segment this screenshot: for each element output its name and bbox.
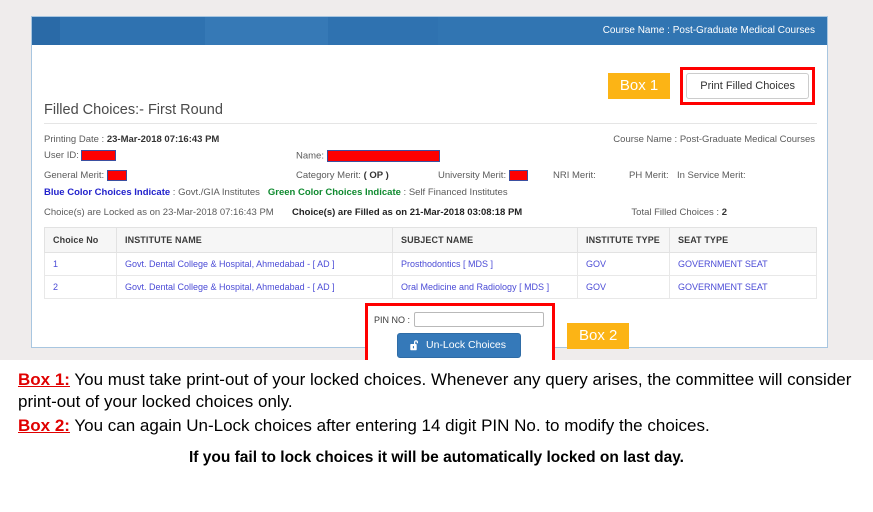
table-row: 2 Govt. Dental College & Hospital, Ahmed…: [44, 275, 817, 299]
cell-choice-no: 1: [44, 252, 117, 276]
navbar-segment-3[interactable]: [205, 17, 328, 45]
course-name-value: Post-Graduate Medical Courses: [679, 134, 815, 145]
ph-merit-line: PH Merit:: [629, 170, 669, 181]
nri-merit-line: NRI Merit:: [553, 170, 596, 181]
table-row: 1 Govt. Dental College & Hospital, Ahmed…: [44, 252, 817, 276]
general-merit-line: General Merit:: [44, 170, 127, 181]
pin-unlock-area: PIN NO : Un-Lock Choices Box 2: [365, 303, 630, 368]
total-filled-label: Total Filled Choices :: [631, 207, 720, 218]
box2-reference: Box 2:: [18, 415, 70, 435]
name-line: Name:: [296, 150, 440, 162]
header-institute-name: INSTITUTE NAME: [116, 227, 393, 253]
name-label: Name:: [296, 150, 324, 162]
course-name-line: Course Name : Post-Graduate Medical Cour…: [613, 134, 815, 145]
university-merit-redaction: [508, 170, 528, 181]
user-id-label: User ID:: [44, 150, 79, 162]
print-row: Box 1 Print Filled Choices: [607, 67, 815, 105]
print-filled-choices-button[interactable]: Print Filled Choices: [686, 73, 809, 99]
course-name-label: Course Name :: [613, 134, 678, 145]
header-institute-type: INSTITUTE TYPE: [577, 227, 670, 253]
unlock-choices-label: Un-Lock Choices: [426, 339, 506, 351]
page-title: Filled Choices:- First Round: [44, 102, 223, 118]
unlock-row: Un-Lock Choices: [374, 333, 544, 358]
print-filled-choices-highlight: Print Filled Choices: [680, 67, 815, 105]
navbar-segment-2[interactable]: [60, 17, 205, 45]
legend-blue-label: Blue Color Choices Indicate: [44, 187, 171, 198]
printing-date-label: Printing Date :: [44, 134, 105, 145]
legend-green-label: Green Color Choices Indicate: [267, 187, 401, 198]
name-redaction: [326, 150, 440, 162]
legend-blue-value: Govt./GIA Institutes: [178, 187, 260, 198]
choices-filled-status: Choice(s) are Filled as on 21-Mar-2018 0…: [292, 207, 523, 218]
navbar-segment-4[interactable]: [328, 17, 438, 45]
cell-subject-name: Oral Medicine and Radiology [ MDS ]: [392, 275, 578, 299]
total-filled-choices: Total Filled Choices : 2: [631, 207, 727, 218]
general-merit-label: General Merit:: [44, 170, 105, 182]
legend-green-separator: :: [400, 187, 409, 198]
cell-institute-name: Govt. Dental College & Hospital, Ahmedab…: [116, 252, 393, 276]
cell-institute-type: GOV: [577, 252, 670, 276]
legend-green-value: Self Financed Institutes: [408, 187, 508, 198]
filled-choices-table: Choice No INSTITUTE NAME SUBJECT NAME IN…: [44, 227, 817, 299]
category-merit-value: ( OP ): [363, 170, 389, 181]
box1-explanation: Box 1: You must take print-out of your l…: [18, 369, 855, 414]
app-navbar[interactable]: Course Name : Post-Graduate Medical Cour…: [32, 17, 827, 45]
header-choice-no: Choice No: [44, 227, 117, 253]
in-service-merit-line: In Service Merit:: [677, 170, 746, 181]
university-merit-label: University Merit:: [438, 170, 507, 182]
general-merit-redaction: [106, 170, 127, 181]
unlock-padlock-icon: [410, 339, 421, 351]
box1-reference: Box 1:: [18, 370, 70, 389]
color-legend: Blue Color Choices Indicate : Govt./GIA …: [44, 187, 508, 198]
navbar-course-name: Course Name : Post-Graduate Medical Cour…: [602, 25, 815, 36]
box1-explanation-text: You must take print-out of your locked c…: [18, 370, 852, 412]
category-merit-label: Category Merit:: [296, 170, 361, 181]
choices-locked-status: Choice(s) are Locked as on 23-Mar-2018 0…: [44, 207, 274, 218]
in-service-merit-label: In Service Merit:: [677, 170, 746, 181]
box1-callout-tag: Box 1: [607, 73, 671, 99]
unlock-choices-button[interactable]: Un-Lock Choices: [397, 333, 521, 358]
pin-label: PIN NO :: [374, 314, 411, 325]
ph-merit-label: PH Merit:: [629, 170, 669, 181]
user-id-line: User ID:: [44, 150, 117, 162]
caption-region: Box 1: You must take print-out of your l…: [0, 360, 873, 512]
filled-choices-card: Course Name : Post-Graduate Medical Cour…: [31, 16, 828, 368]
pin-input[interactable]: [414, 312, 544, 327]
header-seat-type: SEAT TYPE: [669, 227, 817, 253]
box2-explanation: Box 2: You can again Un-Lock choices aft…: [18, 415, 855, 437]
pin-row: PIN NO :: [374, 312, 544, 327]
box2-explanation-text: You can again Un-Lock choices after ente…: [69, 415, 710, 435]
navbar-segment-1[interactable]: [32, 17, 60, 45]
category-merit-line: Category Merit: ( OP ): [296, 170, 389, 181]
university-merit-line: University Merit:: [438, 170, 528, 181]
total-filled-value: 2: [721, 207, 727, 218]
pin-unlock-highlight: PIN NO : Un-Lock Choices: [365, 303, 555, 368]
printing-date-value: 23-Mar-2018 07:16:43 PM: [106, 134, 220, 145]
cell-seat-type: GOVERNMENT SEAT: [669, 275, 817, 299]
screenshot-region: Course Name : Post-Graduate Medical Cour…: [0, 0, 873, 368]
legend-blue-separator: :: [170, 187, 179, 198]
cell-subject-name: Prosthodontics [ MDS ]: [392, 252, 578, 276]
user-id-redaction: [81, 150, 117, 161]
box2-callout-tag: Box 2: [567, 322, 630, 349]
title-divider: [44, 123, 817, 124]
cell-institute-name: Govt. Dental College & Hospital, Ahmedab…: [116, 275, 393, 299]
caption-footer-note: If you fail to lock choices it will be a…: [189, 449, 684, 467]
printing-date-line: Printing Date : 23-Mar-2018 07:16:43 PM: [44, 134, 219, 145]
nri-merit-label: NRI Merit:: [553, 170, 596, 181]
table-header-row: Choice No INSTITUTE NAME SUBJECT NAME IN…: [44, 227, 817, 253]
cell-institute-type: GOV: [577, 275, 670, 299]
header-subject-name: SUBJECT NAME: [392, 227, 578, 253]
cell-seat-type: GOVERNMENT SEAT: [669, 252, 817, 276]
cell-choice-no: 2: [44, 275, 117, 299]
